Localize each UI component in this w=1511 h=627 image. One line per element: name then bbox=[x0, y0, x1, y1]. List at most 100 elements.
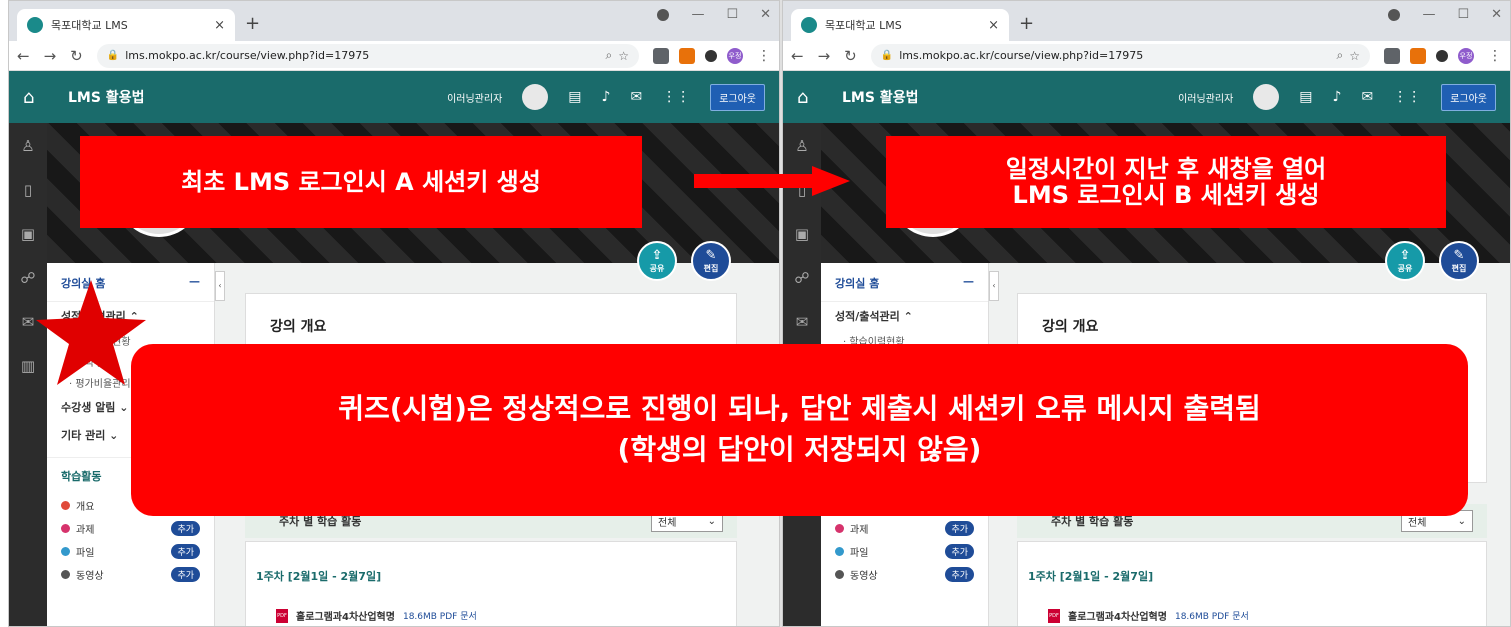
activity-item[interactable]: 동영상 추가 bbox=[821, 563, 988, 586]
group-icon[interactable]: ☍ bbox=[794, 269, 809, 287]
profile-indicator-icon[interactable] bbox=[657, 8, 670, 21]
group-icon[interactable]: ☍ bbox=[20, 269, 35, 287]
board-icon[interactable]: ▣ bbox=[795, 225, 809, 243]
overview-icon bbox=[61, 501, 70, 510]
activity-item[interactable]: 과제 추가 bbox=[821, 517, 988, 540]
share-button[interactable]: ⇪ 공유 bbox=[1385, 241, 1425, 281]
back-arrow-icon[interactable]: ← bbox=[17, 47, 30, 65]
activity-item[interactable]: 동영상 추가 bbox=[47, 563, 214, 586]
message-panel-icon[interactable]: ▤ bbox=[1299, 89, 1312, 105]
activity-label: 과제 bbox=[850, 525, 869, 536]
url-text: lms.mokpo.ac.kr/course/view.php?id=17975 bbox=[899, 49, 1144, 62]
reload-icon[interactable]: ↻ bbox=[844, 47, 857, 65]
browser-tab[interactable]: 목포대학교 LMS × bbox=[17, 9, 235, 41]
collapse-icon[interactable]: — bbox=[963, 275, 974, 291]
extension-icon[interactable] bbox=[1410, 47, 1426, 64]
bookmark-star-icon[interactable]: ☆ bbox=[618, 49, 629, 63]
annotation-box-b: 일정시간이 지난 후 새창을 열어 LMS 로그인시 B 세션키 생성 bbox=[886, 136, 1446, 228]
close-window-icon[interactable]: ✕ bbox=[1491, 7, 1502, 22]
zoom-icon[interactable]: ⌕ bbox=[1337, 48, 1344, 63]
reload-icon[interactable]: ↻ bbox=[70, 47, 83, 65]
add-button[interactable]: 추가 bbox=[171, 567, 200, 582]
file-name[interactable]: 홀로그램과4차산업혁명 bbox=[296, 608, 395, 623]
tab-close-icon[interactable]: × bbox=[214, 18, 225, 33]
bookmark-star-icon[interactable]: ☆ bbox=[1349, 49, 1360, 63]
week1-title[interactable]: 1주차 [2월1일 - 2월7일] bbox=[1028, 568, 1153, 584]
puzzle-icon[interactable] bbox=[705, 49, 717, 62]
user-icon[interactable]: ♙ bbox=[795, 137, 808, 155]
file-item[interactable]: PDF 홀로그램과4차산업혁명 18.6MB PDF 문서 bbox=[1048, 608, 1249, 623]
forward-arrow-icon[interactable]: → bbox=[44, 47, 57, 65]
browser-tab[interactable]: 목포대학교 LMS × bbox=[791, 9, 1009, 41]
back-arrow-icon[interactable]: ← bbox=[791, 47, 804, 65]
activity-item[interactable]: 파일 추가 bbox=[821, 540, 988, 563]
new-tab-button[interactable]: + bbox=[245, 13, 260, 34]
add-button[interactable]: 추가 bbox=[171, 544, 200, 559]
close-window-icon[interactable]: ✕ bbox=[760, 7, 771, 22]
user-tools: 이러닝관리자 ▤ ♪ ✉ ⋮⋮ 로그아웃 bbox=[447, 83, 779, 111]
minimize-icon[interactable]: — bbox=[691, 7, 704, 22]
zoom-icon[interactable]: ⌕ bbox=[606, 48, 613, 63]
activity-item[interactable]: 파일 추가 bbox=[47, 540, 214, 563]
grid-menu-icon[interactable]: ⋮⋮ bbox=[662, 89, 690, 105]
extension-icon[interactable] bbox=[1384, 47, 1400, 64]
edit-button[interactable]: ✎ 편집 bbox=[1439, 241, 1479, 281]
profile-indicator-icon[interactable] bbox=[1388, 8, 1401, 21]
home-icon[interactable]: ⌂ bbox=[23, 87, 53, 108]
add-button[interactable]: 추가 bbox=[171, 521, 200, 536]
browser-menu-icon[interactable]: ⋮ bbox=[1488, 48, 1502, 64]
message-panel-icon[interactable]: ▤ bbox=[568, 89, 581, 105]
add-button[interactable]: 추가 bbox=[945, 521, 974, 536]
edit-button[interactable]: ✎ 편집 bbox=[691, 241, 731, 281]
extension-icon[interactable] bbox=[679, 47, 695, 64]
file-item[interactable]: PDF 홀로그램과4차산업혁명 18.6MB PDF 문서 bbox=[276, 608, 477, 623]
minimize-icon[interactable]: — bbox=[1422, 7, 1435, 22]
grid-menu-icon[interactable]: ⋮⋮ bbox=[1393, 89, 1421, 105]
logout-button[interactable]: 로그아웃 bbox=[1441, 83, 1496, 111]
share-icon: ⇪ bbox=[1399, 248, 1411, 263]
activity-item[interactable]: 과제 추가 bbox=[47, 517, 214, 540]
chevron-down-icon: ⌄ bbox=[707, 515, 716, 527]
maximize-icon[interactable]: ☐ bbox=[726, 7, 738, 22]
collapse-icon[interactable]: — bbox=[189, 275, 200, 291]
bell-icon[interactable]: ♪ bbox=[602, 89, 611, 105]
add-button[interactable]: 추가 bbox=[945, 544, 974, 559]
forward-arrow-icon[interactable]: → bbox=[818, 47, 831, 65]
activity-label: 파일 bbox=[76, 548, 95, 559]
mail-icon[interactable]: ✉ bbox=[22, 313, 35, 331]
new-tab-button[interactable]: + bbox=[1019, 13, 1034, 34]
book-icon[interactable]: ▯ bbox=[24, 181, 32, 199]
puzzle-icon[interactable] bbox=[1436, 49, 1448, 62]
edit-label: 편집 bbox=[1451, 264, 1467, 273]
file-name[interactable]: 홀로그램과4차산업혁명 bbox=[1068, 608, 1167, 623]
profile-avatar[interactable]: 우정 bbox=[727, 47, 743, 64]
add-button[interactable]: 추가 bbox=[945, 567, 974, 582]
bell-icon[interactable]: ♪ bbox=[1333, 89, 1342, 105]
sidebar-collapse-toggle[interactable]: ‹ bbox=[989, 271, 999, 301]
url-omnibox[interactable]: 🔒 lms.mokpo.ac.kr/course/view.php?id=179… bbox=[96, 43, 639, 68]
mail-icon[interactable]: ✉ bbox=[796, 313, 809, 331]
mail-icon[interactable]: ✉ bbox=[630, 89, 642, 105]
map-icon[interactable]: ▥ bbox=[21, 357, 35, 375]
logout-button[interactable]: 로그아웃 bbox=[710, 83, 765, 111]
board-icon[interactable]: ▣ bbox=[21, 225, 35, 243]
browser-menu-icon[interactable]: ⋮ bbox=[757, 48, 771, 64]
extension-icon[interactable] bbox=[653, 47, 669, 64]
title-bar: 목포대학교 LMS × + — ☐ ✕ bbox=[783, 1, 1510, 41]
mail-icon[interactable]: ✉ bbox=[1361, 89, 1373, 105]
url-omnibox[interactable]: 🔒 lms.mokpo.ac.kr/course/view.php?id=179… bbox=[870, 43, 1370, 68]
sidebar-home[interactable]: 강의실 홈 — bbox=[821, 275, 988, 302]
browser-window-b: 목포대학교 LMS × + — ☐ ✕ ← → ↻ 🔒 lms.mokpo.ac… bbox=[782, 0, 1511, 627]
sidebar-collapse-toggle[interactable]: ‹ bbox=[215, 271, 225, 301]
tab-close-icon[interactable]: × bbox=[988, 18, 999, 33]
share-button[interactable]: ⇪ 공유 bbox=[637, 241, 677, 281]
week1-title[interactable]: 1주차 [2월1일 - 2월7일] bbox=[256, 568, 381, 584]
maximize-icon[interactable]: ☐ bbox=[1457, 7, 1469, 22]
profile-avatar[interactable]: 우정 bbox=[1458, 47, 1474, 64]
user-avatar[interactable] bbox=[1253, 84, 1280, 110]
home-icon[interactable]: ⌂ bbox=[797, 87, 827, 108]
user-avatar[interactable] bbox=[522, 84, 549, 110]
sidebar-grade-mgmt[interactable]: 성적/출석관리 ⌃ bbox=[821, 302, 988, 330]
lock-icon: 🔒 bbox=[106, 50, 120, 61]
user-icon[interactable]: ♙ bbox=[21, 137, 34, 155]
